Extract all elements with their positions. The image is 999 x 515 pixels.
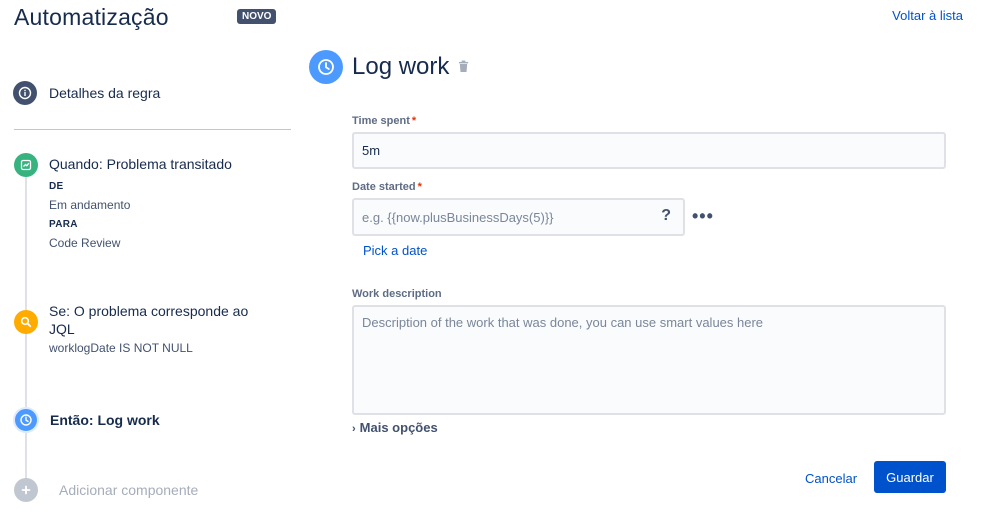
info-icon[interactable] <box>13 81 37 105</box>
save-button[interactable]: Guardar <box>874 461 946 493</box>
page-title: Automatização <box>14 4 169 30</box>
cancel-button[interactable]: Cancelar <box>797 463 865 493</box>
search-icon[interactable] <box>14 310 38 334</box>
clock-icon[interactable] <box>13 407 39 433</box>
work-description-textarea[interactable]: Description of the work that was done, y… <box>352 305 946 415</box>
transition-trigger-icon[interactable] <box>14 153 38 177</box>
more-options-label: Mais opções <box>359 420 438 435</box>
date-started-label-text: Date started <box>352 181 416 193</box>
time-spent-input[interactable]: 5m <box>352 132 946 169</box>
time-spent-value: 5m <box>362 143 381 158</box>
pick-date-link[interactable]: Pick a date <box>363 243 427 258</box>
help-icon[interactable]: ? <box>661 207 671 225</box>
time-spent-label: Time spent * <box>352 115 416 127</box>
date-started-input[interactable]: e.g. {{now.plusBusinessDays(5)}} ? <box>352 198 685 236</box>
back-to-list-link[interactable]: Voltar à lista <box>892 8 963 23</box>
add-component-button[interactable]: Adicionar componente <box>59 481 198 500</box>
trash-icon[interactable] <box>458 60 469 78</box>
divider <box>14 129 291 130</box>
work-description-placeholder: Description of the work that was done, y… <box>362 315 764 330</box>
trigger-to-label: PARA <box>49 219 78 230</box>
trigger-from-label: DE <box>49 181 64 192</box>
component-title: Log work <box>352 53 450 80</box>
trigger-from-value: Em andamento <box>49 198 131 212</box>
trigger-to-value: Code Review <box>49 236 121 250</box>
condition-title[interactable]: Se: O problema corresponde ao <box>49 302 248 321</box>
condition-title-cont[interactable]: JQL <box>49 320 75 339</box>
chevron-right-icon: › <box>352 423 356 435</box>
condition-query: worklogDate IS NOT NULL <box>49 341 193 355</box>
required-mark: * <box>417 181 422 193</box>
clock-icon <box>309 50 343 84</box>
time-spent-label-text: Time spent <box>352 115 410 127</box>
more-options-icon[interactable]: ••• <box>692 207 714 225</box>
required-mark: * <box>411 115 417 127</box>
date-started-label: Date started * <box>352 181 422 193</box>
action-title[interactable]: Então: Log work <box>50 411 160 430</box>
add-icon[interactable] <box>14 478 38 502</box>
new-badge: NOVO <box>237 9 277 24</box>
trigger-title[interactable]: Quando: Problema transitado <box>49 155 232 174</box>
work-description-label: Work description <box>352 288 442 300</box>
more-options-toggle[interactable]: › Mais opções <box>352 420 438 435</box>
rule-details-item[interactable]: Detalhes da regra <box>49 84 160 103</box>
date-started-placeholder: e.g. {{now.plusBusinessDays(5)}} <box>362 209 554 225</box>
